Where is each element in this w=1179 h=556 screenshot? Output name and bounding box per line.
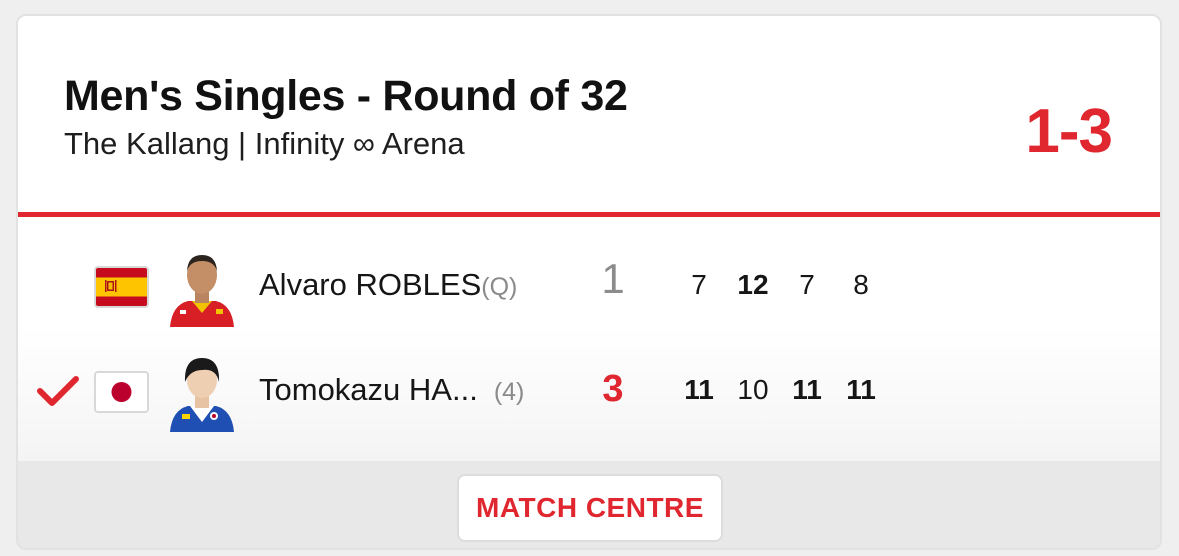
spain-flag-icon	[94, 266, 149, 308]
match-header: Men's Singles - Round of 32 The Kallang …	[18, 16, 1160, 214]
game-score: 12	[737, 269, 769, 300]
japan-flag-icon	[94, 371, 149, 413]
player-seed: (4)	[493, 378, 525, 406]
player-row: Alvaro ROBLES(Q) 1 7 12 7 8	[18, 243, 1160, 333]
game-score: 7	[691, 269, 707, 300]
match-score: 1-3	[1025, 97, 1113, 166]
match-centre-button[interactable]: MATCH CENTRE	[457, 474, 723, 542]
match-title: Men's Singles - Round of 32	[64, 72, 628, 120]
player-name-text: Alvaro ROBLES	[259, 267, 482, 302]
match-card: Men's Singles - Round of 32 The Kallang …	[16, 14, 1162, 550]
player-name-text: Tomokazu HA...	[259, 372, 478, 407]
player-name: Tomokazu HA... (4)	[259, 372, 524, 408]
card-footer: MATCH CENTRE	[18, 461, 1160, 548]
player-name: Alvaro ROBLES(Q)	[259, 267, 517, 303]
game-score: 7	[799, 269, 815, 300]
players-section: Alvaro ROBLES(Q) 1 7 12 7 8 Tomokazu HA.…	[18, 217, 1160, 461]
player-row: Tomokazu HA... (4) 3 11 10 11 11	[18, 348, 1160, 438]
game-score: 11	[792, 374, 822, 405]
game-score: 11	[684, 374, 714, 405]
game-score: 11	[846, 374, 876, 405]
game-score: 10	[737, 374, 769, 405]
match-venue: The Kallang | Infinity ∞ Arena	[64, 126, 465, 161]
player-seed: (Q)	[481, 273, 518, 301]
checkmark-icon	[37, 376, 79, 406]
player-avatar	[168, 352, 236, 432]
player-avatar	[168, 247, 236, 327]
sets-won: 1	[601, 255, 625, 302]
game-score: 8	[853, 269, 869, 300]
sets-won: 3	[602, 368, 624, 410]
